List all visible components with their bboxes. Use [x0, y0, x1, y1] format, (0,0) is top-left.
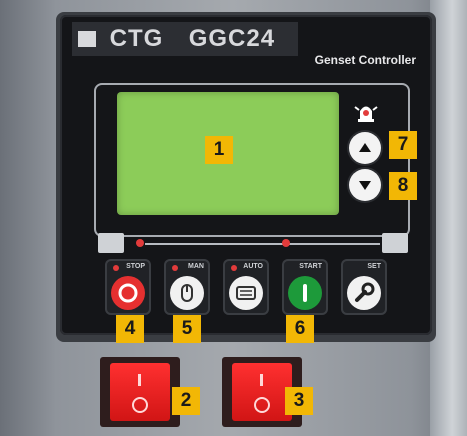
- brand-name: CTG: [109, 25, 164, 52]
- rocker-switch-left-face: [110, 363, 170, 421]
- rocker-switch-left[interactable]: [100, 357, 180, 427]
- stop-ring-icon: [111, 276, 145, 310]
- auto-key-label: AUTO: [243, 263, 263, 270]
- start-bar-icon: [288, 276, 322, 310]
- set-key-label: SET: [367, 263, 381, 270]
- brand-plate: CTG GGC24: [72, 22, 298, 56]
- callout-up: 7: [389, 131, 417, 159]
- genset-controller: CTG GGC24 Genset Controller STOP MAN AUT…: [60, 15, 432, 335]
- manual-key-label: MAN: [188, 263, 204, 270]
- alarm-bell-icon: [353, 101, 379, 125]
- wrench-icon: [347, 276, 381, 310]
- up-button[interactable]: [349, 132, 381, 164]
- hand-icon: [170, 276, 204, 310]
- controller-subtitle: Genset Controller: [314, 53, 416, 67]
- generator-led: [136, 239, 144, 247]
- manual-key[interactable]: MAN: [164, 259, 210, 315]
- triangle-up-icon: [359, 143, 371, 152]
- stop-key[interactable]: STOP: [105, 259, 151, 315]
- manual-led: [172, 265, 178, 271]
- set-key[interactable]: SET: [341, 259, 387, 315]
- auto-led: [231, 265, 237, 271]
- rocker-switch-right-face: [232, 363, 292, 421]
- breaker-led: [282, 239, 290, 247]
- auto-key[interactable]: AUTO: [223, 259, 269, 315]
- power-off-mark-icon: [254, 397, 270, 413]
- stop-key-label: STOP: [126, 263, 145, 270]
- power-on-mark-icon: [260, 374, 263, 386]
- model-name: GGC24: [188, 25, 276, 52]
- brand-logo-icon: [78, 31, 96, 47]
- mains-line: [145, 243, 380, 245]
- start-key[interactable]: START: [282, 259, 328, 315]
- power-off-mark-icon: [132, 397, 148, 413]
- triangle-down-icon: [359, 181, 371, 190]
- power-on-mark-icon: [138, 374, 141, 386]
- callout-switch-right: 3: [285, 387, 313, 415]
- stop-led: [113, 265, 119, 271]
- auto-mode-icon: [229, 276, 263, 310]
- callout-manual: 5: [173, 315, 201, 343]
- down-button[interactable]: [349, 169, 381, 201]
- generator-icon: [98, 233, 124, 253]
- load-icon: [382, 233, 408, 253]
- callout-stop: 4: [116, 315, 144, 343]
- callout-down: 8: [389, 172, 417, 200]
- callout-lcd: 1: [205, 136, 233, 164]
- start-key-label: START: [299, 263, 322, 270]
- callout-switch-left: 2: [172, 387, 200, 415]
- callout-start: 6: [286, 315, 314, 343]
- status-indicator-row: [98, 231, 408, 255]
